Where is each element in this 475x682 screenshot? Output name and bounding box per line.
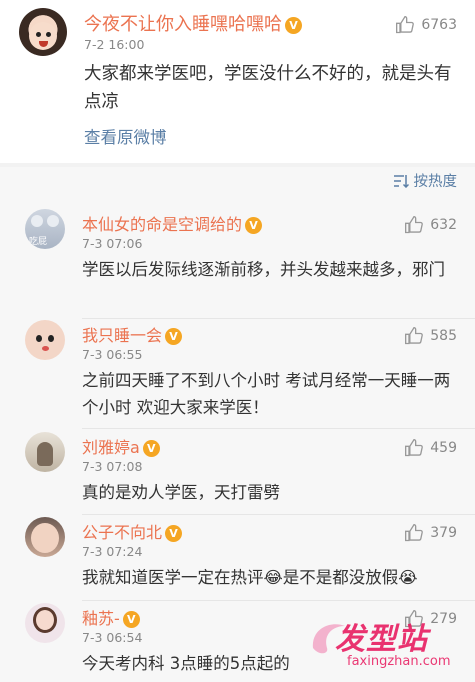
vip-badge-icon: V bbox=[122, 611, 140, 628]
site-watermark: 发型站 faxingzhan.com bbox=[307, 612, 467, 674]
comment-time: 7-3 07:08 bbox=[82, 459, 143, 474]
comment-time: 7-3 06:54 bbox=[82, 630, 143, 645]
comment-divider bbox=[82, 514, 475, 515]
sort-icon bbox=[393, 174, 409, 188]
comment-like-button[interactable]: 585 bbox=[404, 326, 457, 346]
comment-author-name[interactable]: 公子不向北 V bbox=[82, 519, 183, 543]
vip-badge-icon: V bbox=[142, 440, 160, 457]
post-like-button[interactable]: 6763 bbox=[395, 15, 457, 35]
comment-text: 之前四天睡了不到八个小时 考试月经常一天睡一两个小时 欢迎大家来学医！ bbox=[82, 371, 451, 417]
comments-section: 按热度 吃屁 本仙女的命是空调给的 V 7-3 07:06 632 学医以后发际线… bbox=[0, 167, 475, 682]
vip-badge-icon: V bbox=[285, 17, 302, 34]
comment-avatar[interactable] bbox=[25, 320, 65, 360]
view-original-link[interactable]: 查看原微博 bbox=[84, 124, 167, 148]
comment-avatar[interactable]: 吃屁 bbox=[25, 209, 65, 249]
thumbs-up-icon bbox=[396, 15, 415, 34]
comment-author-name[interactable]: 刘雅婷a V bbox=[82, 434, 160, 458]
comment-like-button[interactable]: 632 bbox=[404, 215, 457, 235]
comment-text: 学医以后发际线逐渐前移，并头发越来越多，邪门 bbox=[82, 260, 445, 279]
comment-time: 7-3 07:06 bbox=[82, 236, 143, 251]
vip-badge-icon: V bbox=[245, 217, 263, 234]
comment-like-button[interactable]: 379 bbox=[404, 523, 457, 543]
post-author-name[interactable]: 今夜不让你入睡嘿哈嘿哈 V bbox=[84, 10, 302, 36]
thumbs-up-icon bbox=[405, 523, 424, 542]
comment-divider bbox=[82, 318, 475, 319]
comment-avatar[interactable] bbox=[25, 517, 65, 557]
comment-text: 我就知道医学一定在热评😂是不是都没放假😭 bbox=[82, 568, 418, 587]
comment-time: 7-3 07:24 bbox=[82, 544, 143, 559]
sort-by-hot-button[interactable]: 按热度 bbox=[393, 170, 457, 191]
comment-avatar[interactable] bbox=[25, 432, 65, 472]
watermark-logo: 发型站 bbox=[335, 622, 428, 657]
weibo-post: 今夜不让你入睡嘿哈嘿哈 V 7-2 16:00 6763 大家都来学医吧，学医没什… bbox=[0, 0, 475, 163]
vip-badge-icon: V bbox=[165, 525, 183, 542]
post-text: 大家都来学医吧，学医没什么不好的，就是头有点凉 bbox=[84, 64, 452, 112]
post-author-avatar[interactable] bbox=[19, 8, 67, 56]
comment-time: 7-3 06:55 bbox=[82, 347, 143, 362]
comment-divider bbox=[82, 600, 475, 601]
post-like-count: 6763 bbox=[421, 17, 457, 33]
comment-like-button[interactable]: 459 bbox=[404, 438, 457, 458]
comment-text: 真的是劝人学医，天打雷劈 bbox=[82, 483, 280, 502]
comment-author-name[interactable]: 我只睡一会 V bbox=[82, 322, 183, 346]
vip-badge-icon: V bbox=[165, 328, 183, 345]
thumbs-up-icon bbox=[405, 438, 424, 457]
comment-divider bbox=[82, 428, 475, 429]
thumbs-up-icon bbox=[405, 215, 424, 234]
watermark-url: faxingzhan.com bbox=[347, 654, 451, 669]
post-time: 7-2 16:00 bbox=[84, 37, 145, 52]
avatar-text: 吃屁 bbox=[29, 237, 48, 247]
comment-author-name[interactable]: 釉苏- V bbox=[82, 605, 140, 629]
comment-author-name[interactable]: 本仙女的命是空调给的 V bbox=[82, 211, 263, 235]
thumbs-up-icon bbox=[405, 326, 424, 345]
comment-avatar[interactable] bbox=[25, 603, 65, 643]
